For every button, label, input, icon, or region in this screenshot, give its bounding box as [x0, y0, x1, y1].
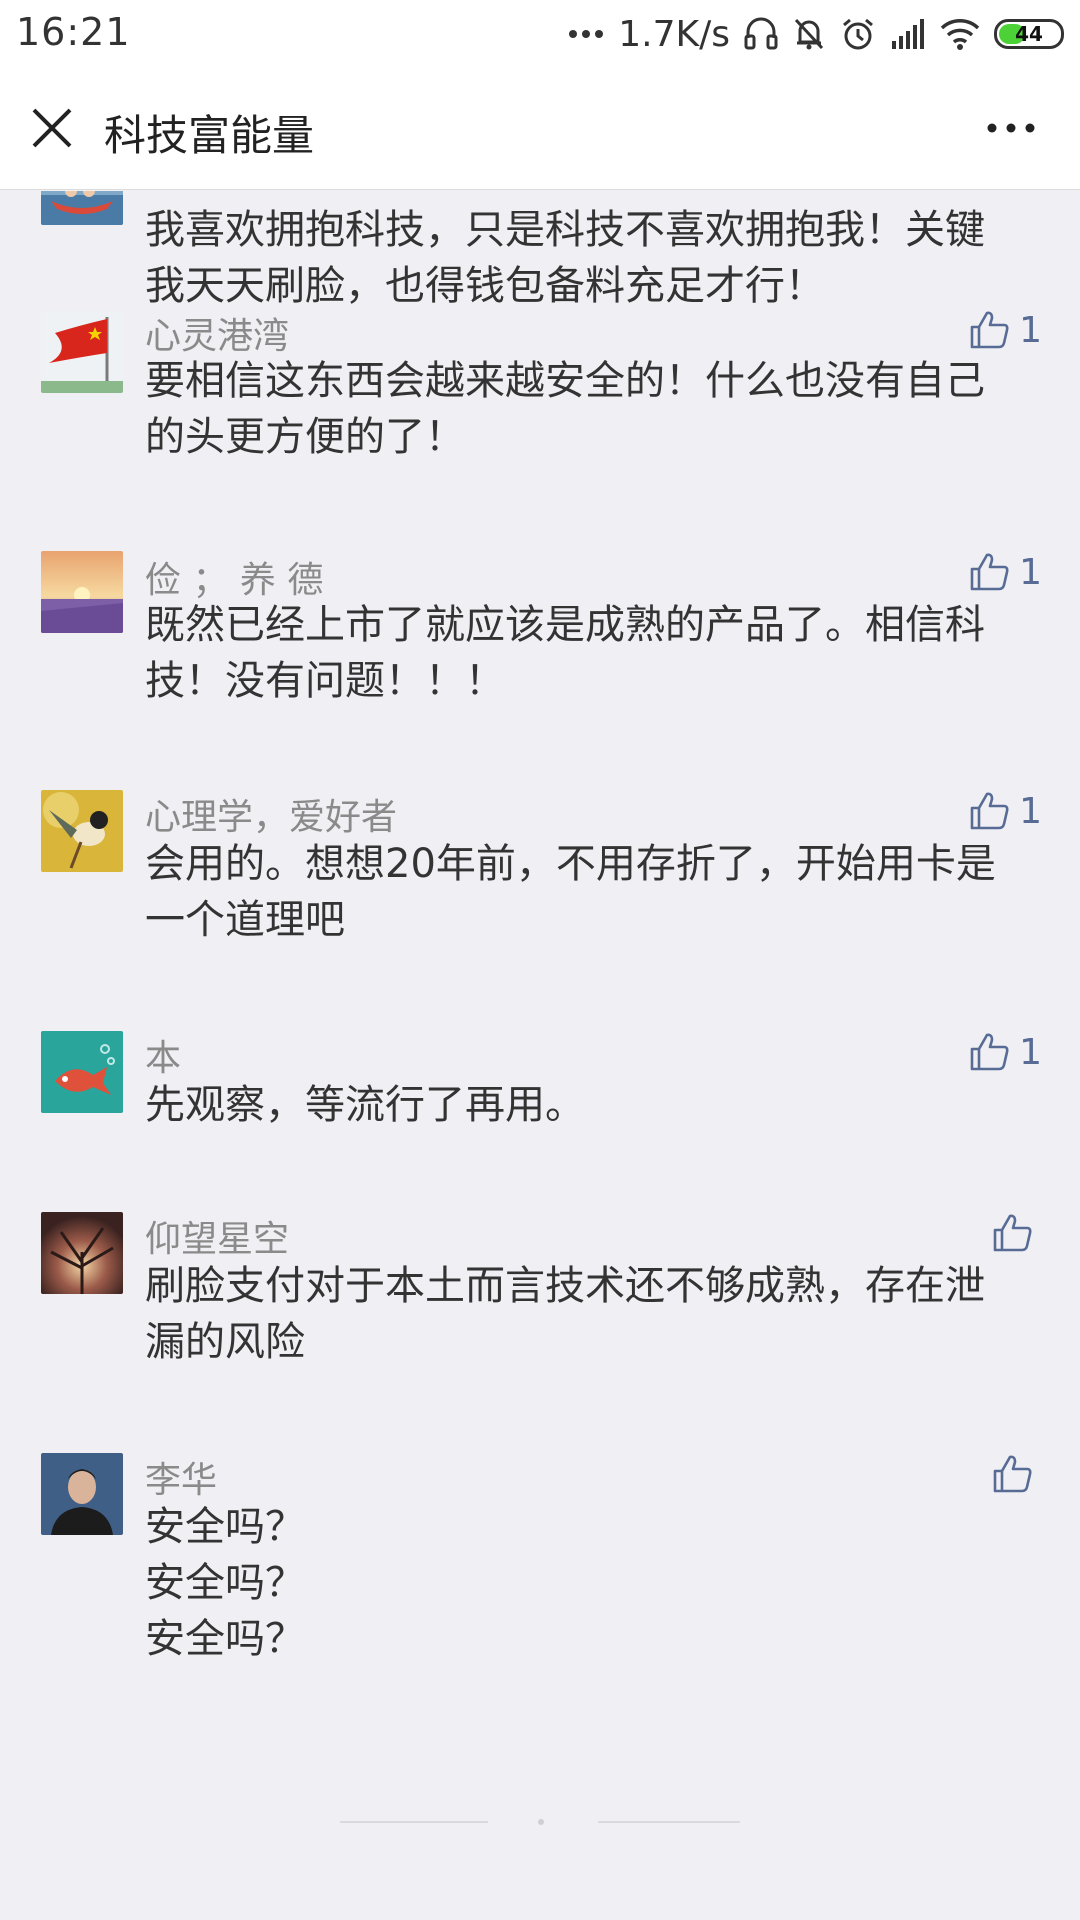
like-count: 1	[1019, 1031, 1042, 1073]
like-button[interactable]	[992, 1451, 1042, 1497]
list-end-divider	[0, 1818, 1080, 1826]
like-count: 1	[1019, 790, 1042, 832]
boat-photo-avatar[interactable]	[41, 191, 123, 225]
comment-text: 既然已经上市了就应该是成熟的产品了。相信科 技！没有问题！！！	[145, 602, 985, 704]
page-title: 科技富能量	[104, 111, 315, 160]
more-dots-icon	[568, 29, 604, 39]
like-button[interactable]: 1	[969, 1029, 1042, 1075]
bird-photo-avatar[interactable]	[41, 790, 123, 872]
divider-line-right	[598, 1821, 740, 1823]
nav-bar: 科技富能量	[0, 68, 1080, 190]
commenter-name: 心灵港湾	[145, 316, 290, 357]
commenter-name: 心理学，爱好者	[145, 797, 398, 838]
battery-level: 44	[1015, 22, 1043, 46]
comment-text: 要相信这东西会越来越安全的！什么也没有自己 的头更方便的了！	[145, 358, 985, 460]
signal-icon	[890, 19, 926, 49]
like-button[interactable]	[992, 1210, 1042, 1256]
like-button[interactable]: 1	[969, 788, 1042, 834]
mute-bell-icon	[792, 16, 826, 52]
comment-text: 会用的。想想20年前，不用存折了，开始用卡是 一个道理吧	[145, 841, 996, 943]
thumbs-up-icon	[992, 1212, 1034, 1254]
thumbs-up-icon	[969, 309, 1011, 351]
flag-photo-avatar[interactable]	[41, 311, 123, 393]
like-button[interactable]: 1	[969, 307, 1042, 353]
thumbs-up-icon	[969, 1031, 1011, 1073]
status-bar: 16:21 1.7K/s 44	[0, 0, 1080, 68]
portrait-avatar[interactable]	[41, 1453, 123, 1535]
comment-text: 先观察，等流行了再用。	[145, 1082, 585, 1128]
comment-text: 我喜欢拥抱科技，只是科技不喜欢拥抱我！关键 我天天刷脸，也得钱包备料充足才行！	[145, 207, 985, 309]
wifi-icon	[940, 18, 980, 50]
thumbs-up-icon	[969, 551, 1011, 593]
thumbs-up-icon	[969, 790, 1011, 832]
fish-illustration-avatar[interactable]	[41, 1031, 123, 1113]
like-count: 1	[1019, 309, 1042, 351]
commenter-name: 仰望星空	[145, 1219, 290, 1260]
commenter-name: 本	[145, 1038, 182, 1079]
like-button[interactable]: 1	[969, 549, 1042, 595]
network-speed: 1.7K/s	[618, 13, 730, 55]
thumbs-up-icon	[992, 1453, 1034, 1495]
comment-text: 刷脸支付对于本土而言技术还不够成熟，存在泄 漏的风险	[145, 1263, 985, 1365]
divider-dot	[538, 1819, 544, 1825]
tree-sunset-avatar[interactable]	[41, 1212, 123, 1294]
comment-list[interactable]: 我喜欢拥抱科技，只是科技不喜欢拥抱我！关键 我天天刷脸，也得钱包备料充足才行！ …	[0, 191, 1080, 1920]
more-icon[interactable]	[986, 108, 1036, 148]
status-icons: 1.7K/s 44	[568, 6, 1064, 62]
status-time: 16:21	[16, 10, 131, 54]
divider-line-left	[340, 1821, 488, 1823]
comment-text: 安全吗？ 安全吗？ 安全吗？	[145, 1504, 305, 1662]
commenter-name: 李华	[145, 1460, 218, 1501]
headset-icon	[744, 16, 778, 52]
alarm-icon	[840, 16, 876, 52]
like-count: 1	[1019, 551, 1042, 593]
close-icon[interactable]	[28, 104, 76, 152]
lavender-sunset-avatar[interactable]	[41, 551, 123, 633]
battery-icon: 44	[994, 19, 1064, 49]
commenter-name: 俭 ； 养 德	[145, 560, 324, 601]
